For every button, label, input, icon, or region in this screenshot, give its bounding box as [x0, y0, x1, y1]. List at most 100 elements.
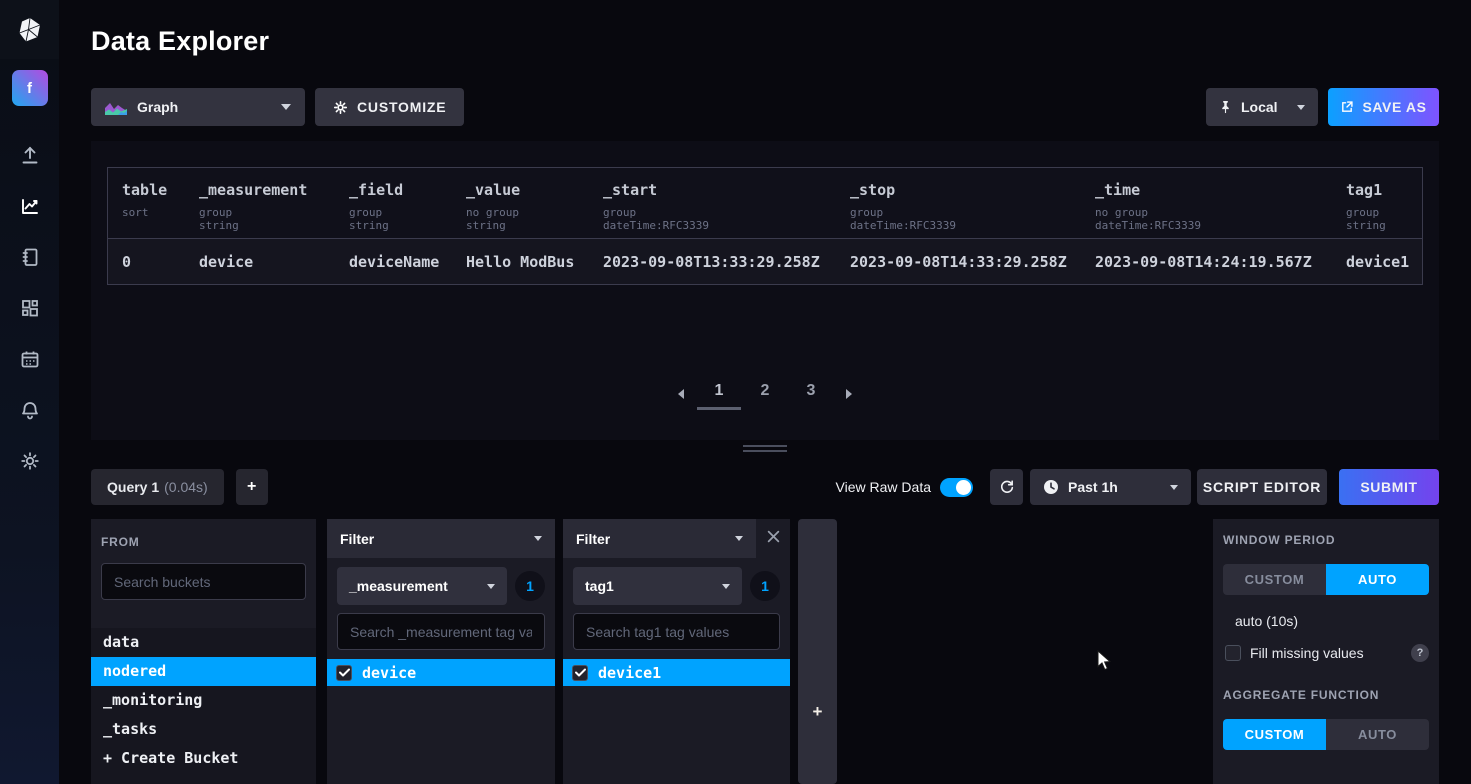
checkbox-unchecked-icon[interactable]: [1225, 645, 1241, 661]
bucket-item-nodered[interactable]: nodered: [91, 657, 316, 686]
bucket-item-tasks[interactable]: _tasks: [91, 715, 316, 744]
sidebar-item-alerts[interactable]: [0, 384, 59, 435]
pin-icon: [1219, 100, 1232, 114]
chevron-down-icon: [735, 536, 743, 541]
dashboards-icon: [19, 297, 41, 319]
column-header-time[interactable]: _time no group dateTime:RFC3339: [1095, 168, 1346, 238]
user-avatar[interactable]: f: [12, 70, 48, 106]
window-period-segmented: CUSTOM AUTO: [1223, 564, 1429, 595]
filter-type-dropdown[interactable]: Filter: [327, 519, 555, 558]
sidebar-item-tasks[interactable]: [0, 333, 59, 384]
tag-key-dropdown-tag1[interactable]: tag1: [573, 567, 742, 605]
from-header: FROM: [91, 519, 316, 551]
sidebar-item-dashboards[interactable]: [0, 282, 59, 333]
cell-start: 2023-09-08T13:33:29.258Z: [603, 239, 850, 284]
create-bucket-button[interactable]: + Create Bucket: [91, 744, 316, 773]
raw-data-panel: table sort _measurement group string _fi…: [91, 141, 1439, 440]
bell-icon: [19, 399, 41, 421]
bucket-item-monitoring[interactable]: _monitoring: [91, 686, 316, 715]
app-sidebar: f: [0, 0, 59, 784]
tag-value-device[interactable]: device: [327, 659, 555, 686]
page-title: Data Explorer: [91, 26, 269, 57]
column-header-field[interactable]: _field group string: [349, 168, 466, 238]
influxdb-logo[interactable]: [0, 0, 59, 59]
customize-button[interactable]: CUSTOMIZE: [315, 88, 464, 126]
next-page-button[interactable]: [846, 382, 852, 399]
query-tab-duration: (0.04s): [164, 479, 208, 495]
page-button-3[interactable]: 3: [800, 382, 822, 410]
filter-type-dropdown[interactable]: Filter: [563, 519, 756, 558]
refresh-button[interactable]: [990, 469, 1023, 505]
table-row: 0 device deviceName Hello ModBus 2023-09…: [108, 238, 1422, 284]
save-as-button[interactable]: SAVE AS: [1328, 88, 1439, 126]
main-content: Data Explorer Graph CUSTOMIZE Loc: [59, 0, 1471, 784]
checkbox-checked-icon[interactable]: [572, 665, 588, 681]
sidebar-item-notebooks[interactable]: [0, 231, 59, 282]
fill-missing-values-label: Fill missing values: [1250, 645, 1364, 661]
selected-count-badge: 1: [750, 571, 780, 601]
view-raw-data-toggle[interactable]: [940, 478, 973, 497]
tag-value-device1[interactable]: device1: [563, 659, 790, 686]
query-tab-1[interactable]: Query 1 (0.04s): [91, 469, 224, 505]
aggregate-custom-button[interactable]: CUSTOM: [1223, 719, 1326, 750]
panel-resize-handle[interactable]: [743, 445, 787, 455]
plus-icon: +: [798, 702, 837, 722]
sidebar-item-data-explorer[interactable]: [0, 180, 59, 231]
sidebar-item-load-data[interactable]: [0, 129, 59, 180]
upload-icon: [19, 144, 41, 166]
window-period-custom-button[interactable]: CUSTOM: [1223, 564, 1326, 595]
customize-label: CUSTOMIZE: [357, 99, 446, 115]
measurement-search-input[interactable]: [337, 613, 545, 650]
bucket-search-input[interactable]: [101, 563, 306, 600]
sidebar-nav: [0, 129, 59, 486]
from-panel: FROM data nodered _monitoring _tasks + C…: [91, 519, 316, 784]
add-filter-card-button[interactable]: +: [798, 519, 837, 784]
avatar-initial: f: [27, 80, 32, 97]
help-icon[interactable]: ?: [1411, 644, 1429, 662]
from-title: FROM: [101, 535, 140, 549]
sidebar-item-settings[interactable]: [0, 435, 59, 486]
export-icon: [1340, 100, 1354, 114]
script-editor-button[interactable]: SCRIPT EDITOR: [1197, 469, 1327, 505]
pagination: 1 2 3: [91, 382, 1439, 422]
close-icon: [767, 530, 780, 543]
bucket-item-data[interactable]: data: [91, 628, 316, 657]
local-dropdown[interactable]: Local: [1206, 88, 1318, 126]
chevron-down-icon: [281, 104, 291, 110]
page-button-1[interactable]: 1: [708, 382, 730, 410]
gear-icon: [19, 450, 41, 472]
toggle-knob: [956, 480, 971, 495]
page-button-2[interactable]: 2: [754, 382, 776, 410]
viz-controls-row: Graph CUSTOMIZE Local SAVE AS: [91, 88, 1439, 126]
time-range-dropdown[interactable]: Past 1h: [1030, 469, 1191, 505]
chevron-down-icon: [487, 584, 495, 589]
window-period-title: WINDOW PERIOD: [1223, 533, 1429, 547]
cell-table: 0: [108, 239, 199, 284]
chevron-down-icon: [534, 536, 542, 541]
tag-key-dropdown-measurement[interactable]: _measurement: [337, 567, 507, 605]
view-raw-data-label: View Raw Data: [836, 479, 931, 495]
cell-measurement: device: [199, 239, 349, 284]
remove-filter-button[interactable]: [756, 530, 790, 547]
bucket-list: data nodered _monitoring _tasks + Create…: [91, 628, 316, 784]
checkbox-checked-icon[interactable]: [336, 665, 352, 681]
filter-panel-measurement: Filter _measurement 1 device: [327, 519, 555, 784]
column-header-tag1[interactable]: tag1 group string: [1346, 168, 1424, 238]
cell-value: Hello ModBus: [466, 239, 603, 284]
submit-button[interactable]: SUBMIT: [1339, 469, 1439, 505]
tag1-search-input[interactable]: [573, 613, 780, 650]
column-header-value[interactable]: _value no group string: [466, 168, 603, 238]
query-tab-label: Query 1: [107, 479, 159, 495]
column-header-table[interactable]: table sort: [108, 168, 199, 238]
column-header-measurement[interactable]: _measurement group string: [199, 168, 349, 238]
cell-stop: 2023-09-08T14:33:29.258Z: [850, 239, 1095, 284]
prev-page-button[interactable]: [678, 382, 684, 399]
add-query-button[interactable]: +: [236, 469, 268, 505]
window-period-auto-button[interactable]: AUTO: [1326, 564, 1429, 595]
column-header-stop[interactable]: _stop group dateTime:RFC3339: [850, 168, 1095, 238]
aggregate-auto-button[interactable]: AUTO: [1326, 719, 1429, 750]
clock-icon: [1043, 479, 1059, 495]
query-toolbar: Query 1 (0.04s) + View Raw Data Past 1h …: [91, 469, 1439, 505]
column-header-start[interactable]: _start group dateTime:RFC3339: [603, 168, 850, 238]
visualization-type-dropdown[interactable]: Graph: [91, 88, 305, 126]
